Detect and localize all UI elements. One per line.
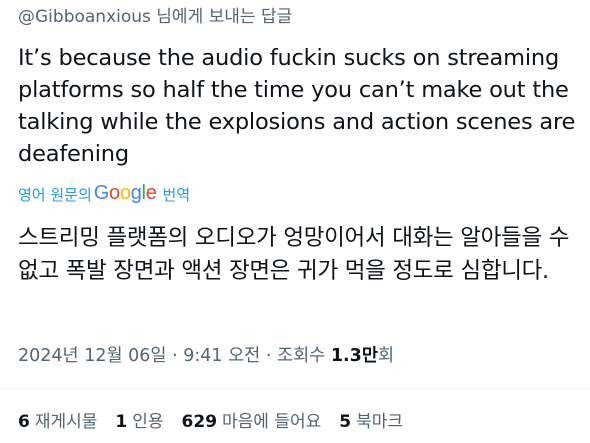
- likes-label: 마음에 들어요: [222, 412, 322, 432]
- tweet-text: It’s because the audio fuckin sucks on s…: [18, 45, 576, 167]
- tweet-time-link[interactable]: 9:41 오전: [183, 346, 260, 366]
- likes-count: 629: [181, 412, 218, 432]
- reply-handle-link[interactable]: @Gibboanxious: [18, 7, 151, 27]
- views-count: 1.3만: [330, 346, 378, 366]
- meta-separator: ·: [260, 346, 277, 366]
- translation-attribution[interactable]: 영어 원문의 Google 번역: [18, 181, 190, 207]
- meta-separator: ·: [166, 346, 184, 366]
- tweet-metadata: 2024년 12월 06일 · 9:41 오전 · 조회수 1.3만회: [18, 343, 394, 369]
- quotes-label: 인용: [132, 412, 164, 432]
- reply-suffix: 님에게 보내는 답글: [150, 7, 293, 27]
- views-suffix: 회: [377, 346, 395, 366]
- reposts-stat[interactable]: 6 재게시물: [18, 410, 97, 434]
- google-logo: Google: [93, 181, 157, 204]
- engagement-stats: 6 재게시물 1 인용 629 마음에 들어요 5 북마크: [18, 410, 421, 434]
- reposts-count: 6: [18, 412, 30, 432]
- bookmarks-label: 북마크: [356, 412, 404, 432]
- tweet-date-link[interactable]: 2024년 12월 06일: [18, 346, 167, 366]
- bookmarks-count: 5: [339, 412, 352, 432]
- translated-tweet-text: 스트리밍 플랫폼의 오디오가 엉망이어서 대화는 알아들을 수 없고 폭발 장면…: [18, 225, 570, 284]
- translation-suffix: 번역: [162, 185, 191, 204]
- bookmarks-stat[interactable]: 5 북마크: [339, 410, 403, 434]
- reposts-label: 재게시물: [34, 412, 98, 432]
- quotes-stat[interactable]: 1 인용: [115, 410, 163, 434]
- reply-context: @Gibboanxious 님에게 보내는 답글: [18, 5, 292, 29]
- quotes-count: 1: [115, 412, 128, 432]
- translation-prefix: 영어 원문의: [18, 185, 92, 204]
- likes-stat[interactable]: 629 마음에 들어요: [182, 410, 322, 434]
- divider: [0, 388, 590, 389]
- views-label: 조회수: [276, 346, 331, 366]
